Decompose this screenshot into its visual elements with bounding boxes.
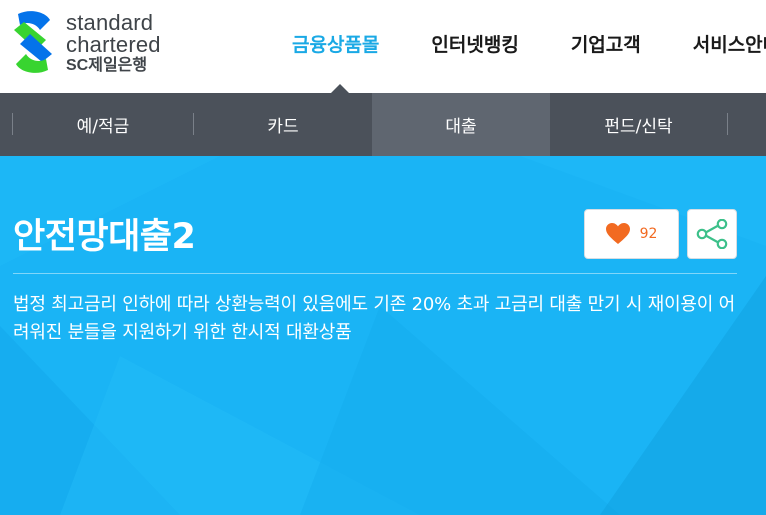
- subnav-item-loan[interactable]: 대출: [372, 93, 550, 156]
- product-title: 안전망대출2: [13, 217, 196, 257]
- global-nav: 금융상품몰 인터넷뱅킹 기업고객 서비스안내: [292, 30, 766, 57]
- heart-icon: [605, 223, 630, 244]
- share-button[interactable]: [687, 209, 737, 259]
- subnav-divider: [727, 113, 728, 135]
- subnav-item-fund-trust[interactable]: 펀드/신탁: [550, 93, 727, 156]
- logo-line-standard: standard: [66, 10, 154, 35]
- gnb-item-corporate[interactable]: 기업고객: [571, 30, 641, 57]
- share-icon: [696, 219, 728, 249]
- site-header: standard chartered SC제일은행 금융상품몰 인터넷뱅킹 기업…: [0, 0, 766, 93]
- product-hero: 안전망대출2 92 법정 최고금리 인하에 따라 상환능력이 있음에도 기존 2…: [0, 156, 766, 515]
- gnb-item-services[interactable]: 서비스안내: [693, 30, 766, 57]
- sub-nav: 예/적금 카드 대출 펀드/신탁: [0, 93, 766, 156]
- hero-divider: [13, 273, 737, 274]
- logo-line-chartered: chartered: [66, 32, 161, 57]
- subnav-item-card[interactable]: 카드: [194, 93, 372, 156]
- gnb-item-financial-products[interactable]: 금융상품몰: [292, 30, 379, 57]
- sc-logo[interactable]: standard chartered SC제일은행: [10, 10, 185, 76]
- like-count: 92: [639, 226, 658, 242]
- logo-line-sc-bank: SC제일은행: [66, 57, 148, 74]
- like-button[interactable]: 92: [584, 209, 679, 259]
- gnb-active-pointer: [331, 84, 349, 93]
- product-description: 법정 최고금리 인하에 따라 상환능력이 있음에도 기존 20% 초과 고금리 …: [13, 294, 736, 343]
- sc-logo-icon: [14, 11, 52, 73]
- subnav-item-deposits[interactable]: 예/적금: [13, 93, 193, 156]
- logo-text: standard chartered SC제일은행: [66, 12, 161, 76]
- gnb-item-internet-banking[interactable]: 인터넷뱅킹: [431, 30, 518, 57]
